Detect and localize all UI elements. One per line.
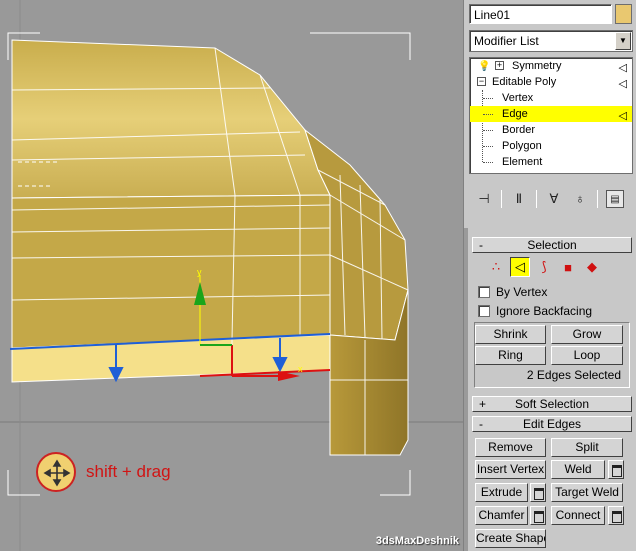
- checkbox-box[interactable]: [478, 286, 490, 298]
- element-mode-icon[interactable]: ◆: [582, 257, 602, 277]
- stack-toolbar: ⊣ Ⅱ ∀ ♁ ▤: [469, 186, 633, 212]
- stack-item-editable-poly[interactable]: − Editable Poly ◁: [470, 74, 632, 90]
- gizmo-x-label: x: [298, 364, 303, 374]
- edit-edges-rollout-header[interactable]: - Edit Edges: [472, 416, 632, 432]
- rollout-title: Soft Selection: [514, 397, 590, 411]
- gizmo-y-label: y: [197, 267, 202, 277]
- stack-item-label: Border: [502, 124, 536, 136]
- checkbox-box[interactable]: [478, 305, 490, 317]
- collapse-sign: -: [479, 417, 483, 431]
- expand-sign: +: [479, 397, 487, 411]
- stack-item-border[interactable]: Border: [470, 122, 632, 138]
- hint-text: shift + drag: [86, 462, 171, 481]
- modifier-list-dropdown[interactable]: Modifier List ▼: [469, 30, 633, 52]
- stack-item-label: Vertex: [502, 92, 534, 104]
- chamfer-settings-icon[interactable]: [530, 506, 546, 525]
- stack-item-label: Editable Poly: [492, 76, 557, 88]
- move-icon: [36, 452, 76, 492]
- ignore-backfacing-checkbox[interactable]: Ignore Backfacing: [478, 304, 592, 318]
- hint: shift + drag: [36, 452, 171, 492]
- rollout-title: Edit Edges: [522, 417, 582, 431]
- chamfer-button[interactable]: Chamfer: [475, 506, 528, 525]
- shrink-button[interactable]: Shrink: [475, 325, 546, 344]
- stack-item-label: Edge: [502, 108, 528, 120]
- collapse-sign: -: [479, 238, 483, 252]
- make-unique-icon[interactable]: ∀: [545, 190, 563, 208]
- stack-item-edge[interactable]: Edge ◁: [470, 106, 632, 122]
- stack-item-element[interactable]: Element: [470, 154, 632, 170]
- stack-item-label: Element: [502, 156, 543, 168]
- stack-item-symmetry[interactable]: 💡 + Symmetry ◁: [470, 58, 632, 74]
- connect-settings-icon[interactable]: [608, 506, 624, 525]
- soft-selection-rollout-header[interactable]: + Soft Selection: [472, 396, 632, 412]
- grow-button[interactable]: Grow: [551, 325, 623, 344]
- modifier-stack[interactable]: 💡 + Symmetry ◁ − Editable Poly ◁ Vertex …: [469, 57, 633, 174]
- target-weld-button[interactable]: Target Weld: [551, 483, 623, 502]
- selection-status: 2 Edges Selected: [526, 368, 621, 382]
- weld-settings-icon[interactable]: [608, 460, 624, 479]
- connect-button[interactable]: Connect: [551, 506, 605, 525]
- selection-rollout-header[interactable]: - Selection: [472, 237, 632, 253]
- ring-button[interactable]: Ring: [475, 346, 546, 365]
- show-end-result-icon[interactable]: Ⅱ: [510, 190, 528, 208]
- stack-item-polygon[interactable]: Polygon: [470, 138, 632, 154]
- stack-item-label: Polygon: [502, 140, 542, 152]
- chevron-down-icon[interactable]: ▼: [615, 32, 631, 50]
- border-mode-icon[interactable]: ⟆: [534, 257, 554, 277]
- loop-button[interactable]: Loop: [551, 346, 623, 365]
- light-bulb-icon[interactable]: 💡: [478, 59, 490, 75]
- collapse-icon[interactable]: −: [477, 77, 486, 86]
- stack-item-vertex[interactable]: Vertex: [470, 90, 632, 106]
- weld-button[interactable]: Weld: [551, 460, 605, 479]
- subobject-mode-bar: ∴ ◁ ⟆ ■ ◆: [486, 257, 602, 277]
- object-name-input[interactable]: Line01: [469, 4, 612, 24]
- extrude-button[interactable]: Extrude: [475, 483, 528, 502]
- checkbox-label: By Vertex: [496, 285, 548, 299]
- checkbox-label: Ignore Backfacing: [496, 304, 593, 318]
- remove-modifier-icon[interactable]: ♁: [571, 190, 589, 208]
- modifier-list-value: Modifier List: [474, 34, 539, 48]
- insert-vertex-button[interactable]: Insert Vertex: [475, 460, 546, 479]
- extrude-settings-icon[interactable]: [530, 483, 546, 502]
- remove-button[interactable]: Remove: [475, 438, 546, 457]
- edge-mode-icon[interactable]: ◁: [510, 257, 530, 277]
- pin-stack-icon[interactable]: ⊣: [475, 190, 493, 208]
- create-shape-button[interactable]: Create Shape: [475, 529, 546, 548]
- panel-scrollbar[interactable]: [464, 228, 468, 551]
- watermark: 3dsMaxDeshnik: [375, 535, 459, 547]
- stack-item-label: Symmetry: [512, 60, 562, 72]
- polygon-mode-icon[interactable]: ■: [558, 257, 578, 277]
- by-vertex-checkbox[interactable]: By Vertex: [478, 285, 547, 299]
- perspective-viewport[interactable]: y x shift + drag 3dsMaxDeshnik: [0, 0, 463, 551]
- vertex-mode-icon[interactable]: ∴: [486, 257, 506, 277]
- configure-modifier-sets-icon[interactable]: ▤: [606, 190, 624, 208]
- command-panel: Line01 Modifier List ▼ 💡 + Symmetry ◁ − …: [463, 0, 636, 551]
- object-color-swatch[interactable]: [615, 4, 632, 24]
- rollout-title: Selection: [527, 238, 577, 252]
- split-button[interactable]: Split: [551, 438, 623, 457]
- expand-icon[interactable]: +: [495, 61, 504, 70]
